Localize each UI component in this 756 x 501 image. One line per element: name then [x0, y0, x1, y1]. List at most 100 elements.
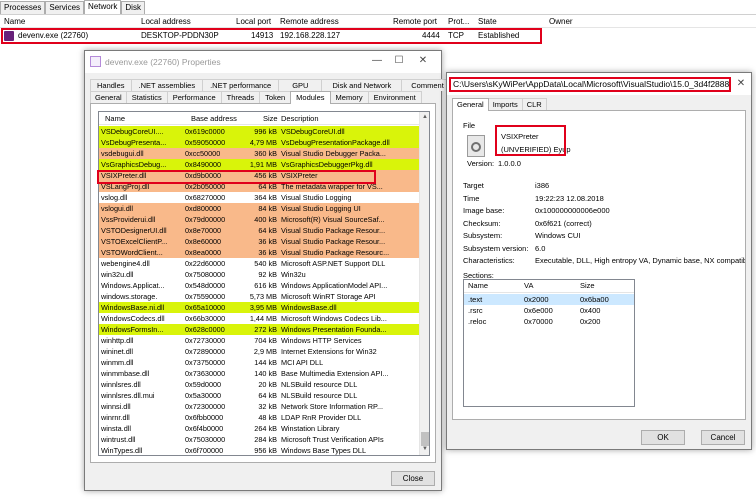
scroll-down-icon[interactable]: ▼: [420, 446, 429, 452]
module-row[interactable]: VSTODesignerUI.dll 0x8e70000 64 kB Visual S…: [99, 225, 419, 236]
module-description: VsGraphicsDebuggerPkg.dll: [281, 160, 373, 169]
module-row[interactable]: wininet.dll 0x72890000 2,9 MB Internet Exte…: [99, 346, 419, 357]
tab-general[interactable]: General: [90, 91, 127, 103]
column-header-protocol[interactable]: Prot...: [448, 17, 469, 26]
module-row[interactable]: vslog.dll 0x68270000 364 kB Visual Studio L…: [99, 192, 419, 203]
module-row[interactable]: WinTypes.dll 0x6f700000 956 kB Windows Base…: [99, 445, 419, 455]
module-row[interactable]: VsDebugPresenta... 0x59050000 4,79 MB VsDeb…: [99, 137, 419, 148]
module-description: Microsoft ASP.NET Support DLL: [281, 259, 386, 268]
module-row[interactable]: WindowsBase.ni.dll 0x65a10000 3,95 MB Windo…: [99, 302, 419, 313]
file-prop-value: i386: [535, 181, 550, 190]
column-header-section-size[interactable]: Size: [580, 281, 595, 290]
module-row[interactable]: winmm.dll 0x73750000 144 kB MCI API DLL: [99, 357, 419, 368]
column-header-base-address[interactable]: Base address: [191, 114, 237, 123]
module-row[interactable]: winnlsres.dll.mui 0x5a30000 64 kB NLSBuild …: [99, 390, 419, 401]
modules-list[interactable]: Name Base address Size Description VSDeb…: [98, 111, 430, 456]
module-base-address: 0x79d00000: [185, 215, 226, 224]
app-icon: [90, 56, 101, 67]
close-button[interactable]: Close: [391, 471, 435, 486]
network-list-header: Name Local address Local port Remote add…: [0, 14, 756, 28]
section-row[interactable]: .reloc 0x70000 0x200: [464, 316, 634, 327]
tab-file-clr[interactable]: CLR: [521, 98, 547, 110]
column-header-remote-address[interactable]: Remote address: [280, 17, 339, 26]
file-prop-label: Subsystem version:: [463, 243, 529, 253]
tab-statistics[interactable]: Statistics: [125, 91, 168, 103]
tab-net-assemblies[interactable]: .NET assemblies: [130, 79, 204, 91]
tab-network[interactable]: Network: [84, 0, 122, 14]
section-row[interactable]: .rsrc 0x6e000 0x400: [464, 305, 634, 316]
tab-processes[interactable]: Processes: [0, 1, 46, 14]
tab-disk-and-network[interactable]: Disk and Network: [321, 79, 403, 91]
maximize-icon[interactable]: ☐: [391, 54, 407, 68]
tab-modules[interactable]: Modules: [290, 91, 331, 104]
module-base-address: 0x8e60000: [185, 237, 222, 246]
module-row[interactable]: winnsi.dll 0x72300000 32 kB Network Store I…: [99, 401, 419, 412]
module-row[interactable]: VsGraphicsDebug... 0x8490000 1,91 MB VsGrap…: [99, 159, 419, 170]
cancel-button[interactable]: Cancel: [701, 430, 745, 445]
section-row[interactable]: .text 0x2000 0x6ba00: [464, 294, 634, 305]
tab-environment[interactable]: Environment: [367, 91, 422, 103]
tab-file-general[interactable]: General: [452, 98, 489, 111]
close-icon[interactable]: ✕: [415, 54, 431, 68]
scroll-up-icon[interactable]: ▲: [420, 114, 429, 120]
file-close-icon[interactable]: ✕: [733, 77, 749, 91]
file-prop-value: 0x6f621 (correct): [535, 218, 592, 228]
scrollbar-thumb[interactable]: [421, 432, 429, 446]
column-header-section-va[interactable]: VA: [524, 281, 533, 290]
module-row[interactable]: winsta.dll 0x6f4b0000 264 kB Winstation Lib…: [99, 423, 419, 434]
module-description: Internet Extensions for Win32: [281, 347, 377, 356]
module-base-address: 0x619c0000: [185, 127, 225, 136]
module-row[interactable]: windows.storage. 0x75590000 5,73 MB Microso…: [99, 291, 419, 302]
module-description: Win32u: [281, 270, 306, 279]
column-header-module-name[interactable]: Name: [105, 114, 125, 123]
module-row[interactable]: VssProviderui.dll 0x79d00000 400 kB Microso…: [99, 214, 419, 225]
column-header-remote-port[interactable]: Remote port: [393, 17, 437, 26]
module-description: Base Multimedia Extension API...: [281, 369, 389, 378]
signer-highlight-box: [495, 125, 566, 156]
sections-list[interactable]: Name VA Size .text 0x2000 0x6ba00 .rsrc 0x6e…: [463, 279, 635, 407]
module-row[interactable]: webengine4.dll 0x22d60000 540 kB Microsoft …: [99, 258, 419, 269]
module-size: 540 kB: [254, 259, 277, 268]
modules-scrollbar[interactable]: ▲ ▼: [419, 112, 429, 455]
column-header-section-name[interactable]: Name: [468, 281, 488, 290]
module-row[interactable]: wintrust.dll 0x75030000 284 kB Microsoft Tr…: [99, 434, 419, 445]
tab-performance[interactable]: Performance: [166, 91, 222, 103]
module-row[interactable]: vslogui.dll 0xd800000 84 kB Visual Studio L…: [99, 203, 419, 214]
tab-gpu[interactable]: GPU: [278, 79, 323, 91]
tab-handles[interactable]: Handles: [90, 79, 132, 91]
module-description: Microsoft(R) Visual SourceSaf...: [281, 215, 385, 224]
module-row[interactable]: VSTOExcelClientP... 0x8e60000 36 kB Visual …: [99, 236, 419, 247]
tab-file-imports[interactable]: Imports: [487, 98, 523, 110]
column-header-local-address[interactable]: Local address: [141, 17, 191, 26]
tab-token[interactable]: Token: [259, 91, 292, 103]
column-header-size[interactable]: Size: [263, 114, 278, 123]
module-row[interactable]: winhttp.dll 0x72730000 704 kB Windows HTTP …: [99, 335, 419, 346]
tab-net-performance[interactable]: .NET performance: [202, 79, 280, 91]
module-row[interactable]: win32u.dll 0x75080000 92 kB Win32u: [99, 269, 419, 280]
module-size: 364 kB: [254, 193, 277, 202]
column-header-state[interactable]: State: [478, 17, 497, 26]
module-base-address: 0x22d60000: [185, 259, 226, 268]
module-row[interactable]: winnlsres.dll 0x59d0000 20 kB NLSBuild reso…: [99, 379, 419, 390]
column-header-name[interactable]: Name: [4, 17, 25, 26]
ok-button[interactable]: OK: [641, 430, 685, 445]
tab-disk[interactable]: Disk: [121, 1, 145, 14]
module-row[interactable]: vsdebugui.dll 0xcc50000 360 kB Visual Studi…: [99, 148, 419, 159]
column-header-local-port[interactable]: Local port: [236, 17, 271, 26]
column-header-owner[interactable]: Owner: [549, 17, 573, 26]
tab-services[interactable]: Services: [45, 1, 85, 14]
module-row[interactable]: WindowsFormsIn... 0x628c0000 272 kB Windows…: [99, 324, 419, 335]
module-row[interactable]: winmmbase.dll 0x73630000 140 kB Base Multim…: [99, 368, 419, 379]
tab-memory[interactable]: Memory: [329, 91, 369, 103]
module-size: 20 kB: [258, 380, 277, 389]
minimize-icon[interactable]: —: [369, 54, 385, 68]
module-row[interactable]: Windows.Applicat... 0x548d0000 616 kB Windo…: [99, 280, 419, 291]
column-header-description[interactable]: Description: [281, 114, 319, 123]
module-size: 264 kB: [254, 424, 277, 433]
tab-threads[interactable]: Threads: [220, 91, 261, 103]
module-row[interactable]: WindowsCodecs.dll 0x66b30000 1,44 MB Micros…: [99, 313, 419, 324]
module-row[interactable]: VSTOWordClient... 0x8ea0000 36 kB Visual St…: [99, 247, 419, 258]
module-row[interactable]: winrnr.dll 0x6fbb0000 48 kB LDAP RnR Provid…: [99, 412, 419, 423]
module-row[interactable]: VSDebugCoreUI.... 0x619c0000 996 kB VSDebug…: [99, 126, 419, 137]
module-name: VSTOWordClient...: [101, 248, 163, 257]
